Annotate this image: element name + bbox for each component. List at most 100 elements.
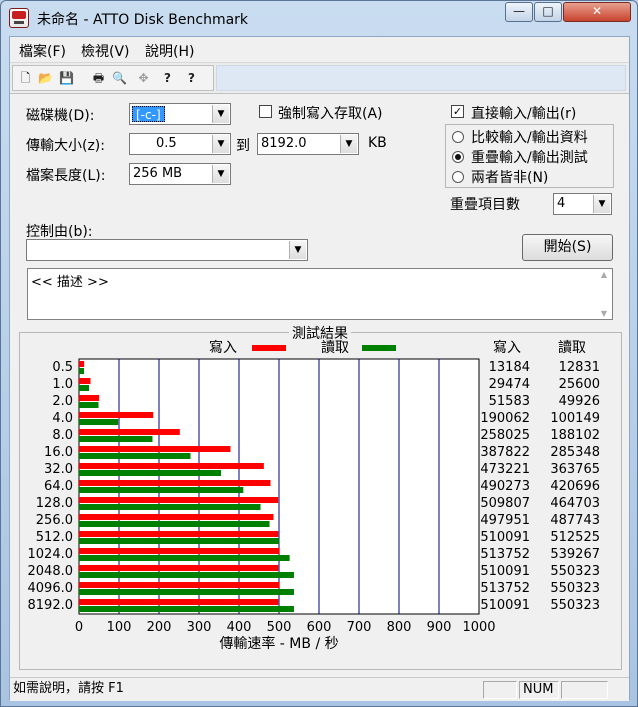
overlapped-io-radio[interactable]: [452, 151, 464, 163]
compare-io-label: 比較輸入/輸出資料: [471, 130, 588, 146]
category-label: 64.0: [44, 479, 73, 494]
read-value: 550323: [550, 581, 600, 596]
throughput-chart: 0 100 200 300 400 500 600 700 800 900 1000 傳輸速率 - M…: [28, 358, 600, 652]
write-value: 490273: [480, 479, 530, 494]
menu-file[interactable]: 檔案(F): [19, 41, 66, 61]
print-icon[interactable]: 🖶: [89, 69, 108, 88]
read-bar: [79, 606, 294, 612]
read-bar: [79, 470, 222, 476]
transfer-size-to-select[interactable]: 8192.0 ▼: [257, 133, 359, 155]
write-bar: [79, 429, 180, 435]
open-folder-icon[interactable]: 📂: [36, 69, 55, 88]
x-tick-label: 200: [147, 620, 172, 635]
menu-bar: 檔案(F) 檢視(V) 說明(H): [10, 37, 629, 61]
scroll-down-icon[interactable]: ▼: [598, 309, 610, 318]
write-bar: [79, 582, 280, 588]
file-length-select[interactable]: 256 MB ▼: [129, 163, 231, 185]
status-pane-empty: [483, 681, 517, 699]
chevron-down-icon[interactable]: ▼: [340, 135, 357, 153]
read-bar: [79, 402, 99, 408]
write-bar: [79, 361, 85, 367]
force-write-label: 強制寫入存取(A): [278, 106, 383, 122]
save-icon[interactable]: 💾: [57, 69, 76, 88]
queue-depth-value: 4: [557, 196, 566, 211]
category-label: 4096.0: [28, 581, 74, 596]
maximize-button[interactable]: □: [534, 2, 562, 22]
category-label: 4.0: [52, 411, 73, 426]
context-help-icon[interactable]: ?: [182, 69, 201, 88]
read-bar: [79, 521, 270, 527]
x-axis-label: 傳輸速率 - MB / 秒: [219, 635, 338, 652]
category-label: 8.0: [52, 428, 73, 443]
neither-label: 兩者皆非(N): [471, 170, 549, 186]
write-value: 13184: [489, 360, 530, 375]
read-bar: [79, 419, 119, 425]
category-label: 0.5: [52, 360, 73, 375]
transfer-size-from-value: 0.5: [156, 136, 177, 151]
chevron-down-icon[interactable]: ▼: [212, 165, 229, 183]
start-button[interactable]: 開始(S): [522, 234, 613, 261]
read-value: 25600: [559, 377, 600, 392]
category-label: 1024.0: [28, 547, 74, 562]
write-value: 510091: [480, 530, 530, 545]
x-tick-label: 500: [267, 620, 292, 635]
write-bar: [79, 548, 280, 554]
write-value: 387822: [480, 445, 530, 460]
write-value: 29474: [489, 377, 530, 392]
read-value: 188102: [550, 428, 600, 443]
legend-write-swatch: [252, 345, 286, 351]
compare-io-radio[interactable]: [452, 131, 464, 143]
write-bar: [79, 463, 264, 469]
help-icon[interactable]: ?: [158, 69, 177, 88]
title-bar[interactable]: 未命名 - ATTO Disk Benchmark — □ ✕: [1, 1, 637, 35]
queue-depth-select[interactable]: 4 ▼: [553, 193, 612, 215]
overlapped-io-label: 重疊輸入/輸出測試: [471, 150, 588, 166]
move-icon[interactable]: ✥: [134, 69, 153, 88]
menu-help[interactable]: 說明(H): [145, 41, 194, 61]
neither-radio[interactable]: [452, 171, 464, 183]
write-value: 51583: [489, 394, 530, 409]
read-value: 363765: [550, 462, 600, 477]
x-tick-label: 600: [307, 620, 332, 635]
write-bar: [79, 446, 231, 452]
write-value: 510091: [480, 564, 530, 579]
force-write-checkbox[interactable]: [259, 105, 272, 118]
description-textarea[interactable]: << 描述 >> ▲ ▼: [27, 268, 613, 320]
new-file-icon[interactable]: 🗋: [16, 69, 35, 88]
drive-select[interactable]: [-c-] ▼: [129, 103, 231, 125]
x-tick-label: 1000: [462, 620, 495, 635]
category-label: 128.0: [36, 496, 73, 511]
write-bar: [79, 514, 274, 520]
write-value: 513752: [480, 547, 530, 562]
category-label: 8192.0: [28, 598, 74, 613]
menu-view[interactable]: 檢視(V): [81, 41, 130, 61]
read-value: 49926: [559, 394, 600, 409]
x-tick-label: 100: [107, 620, 132, 635]
direct-io-checkbox[interactable]: ✓: [451, 105, 464, 118]
transfer-size-from-select[interactable]: 0.5 ▼: [129, 133, 231, 155]
read-value: 420696: [550, 479, 600, 494]
chevron-down-icon[interactable]: ▼: [593, 195, 610, 213]
close-button[interactable]: ✕: [563, 2, 631, 22]
queue-depth-label: 重疊項目數: [450, 197, 520, 213]
toolbar: 🗋 📂 💾 🖶 🔍 ✥ ? ?: [10, 62, 629, 94]
read-value: 12831: [559, 360, 600, 375]
print-preview-icon[interactable]: 🔍: [110, 69, 129, 88]
to-label: 到: [236, 138, 250, 154]
write-value: 510091: [480, 598, 530, 613]
write-value: 497951: [480, 513, 530, 528]
read-value: 487743: [550, 513, 600, 528]
read-bar: [79, 385, 89, 391]
chevron-down-icon[interactable]: ▼: [212, 135, 229, 153]
scroll-up-icon[interactable]: ▲: [598, 270, 610, 279]
category-label: 16.0: [44, 445, 73, 460]
minimize-button[interactable]: —: [505, 2, 533, 22]
read-value: 550323: [550, 598, 600, 613]
category-label: 1.0: [52, 377, 73, 392]
chevron-down-icon[interactable]: ▼: [212, 105, 229, 123]
client-area: 檔案(F) 檢視(V) 說明(H) 🗋 📂 💾 🖶 🔍 ✥ ? ? 磁碟機(D)…: [9, 36, 630, 701]
status-bar: 如需說明，請按 F1 NUM: [10, 677, 629, 701]
chevron-down-icon[interactable]: ▼: [289, 241, 306, 259]
controlled-by-select[interactable]: ▼: [26, 239, 308, 261]
status-help-text: 如需說明，請按 F1: [13, 681, 124, 696]
